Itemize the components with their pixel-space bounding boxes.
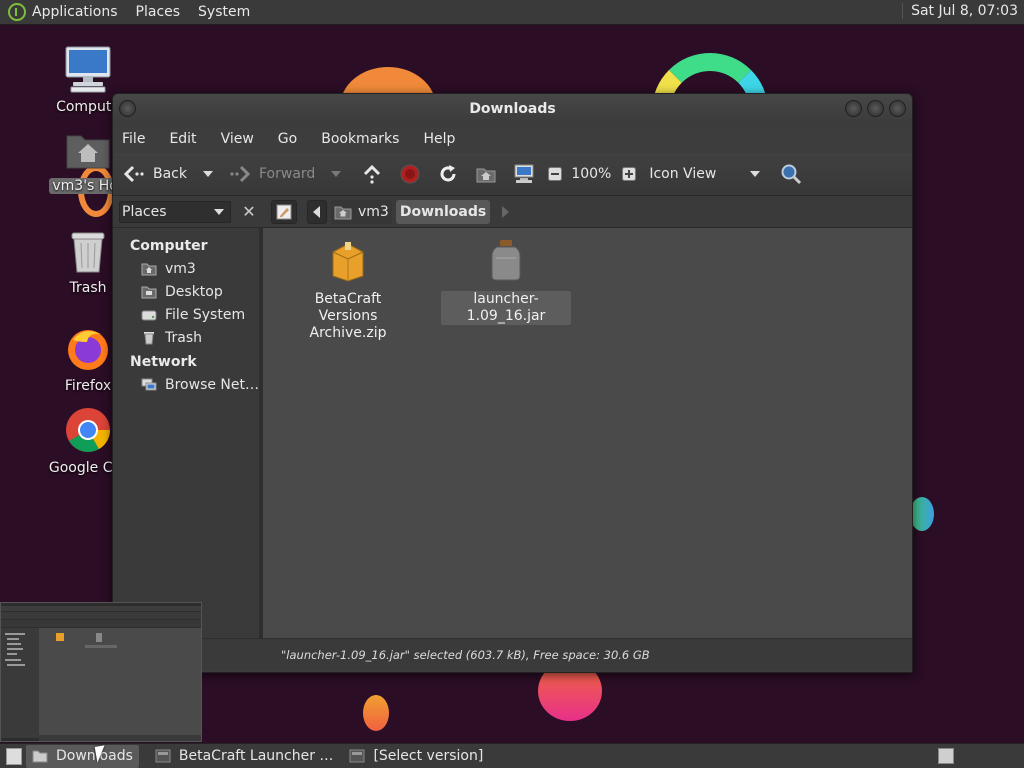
drive-icon <box>141 308 157 322</box>
folder-icon <box>32 749 48 763</box>
view-mode-label: Icon View <box>649 166 717 182</box>
trash-icon <box>71 232 105 273</box>
chevron-down-icon <box>214 208 224 215</box>
file-manager-window: Downloads File Edit View Go Bookmarks He… <box>112 93 913 673</box>
menu-view[interactable]: View <box>221 131 254 147</box>
top-panel: Applications Places System Sat Jul 8, 07… <box>0 0 1024 25</box>
stop-icon[interactable] <box>399 163 421 185</box>
back-label: Back <box>153 166 187 182</box>
forward-label: Forward <box>259 166 316 182</box>
forward-button[interactable]: Forward <box>229 163 342 185</box>
location-bar: Places ✕ vm3 Downloads <box>113 196 912 228</box>
back-button[interactable]: Back <box>123 163 213 185</box>
search-icon[interactable] <box>780 163 802 185</box>
taskbar-item-betacraft-launcher[interactable]: BetaCraft Launcher … <box>149 745 340 768</box>
file-name: launcher-1.09_16.jar <box>441 291 571 325</box>
main-area: Computer vm3 Desktop File System Trash N… <box>113 228 912 638</box>
clock[interactable]: Sat Jul 8, 07:03 <box>902 3 1018 19</box>
edit-location-icon <box>276 204 292 219</box>
window-menu-button[interactable] <box>119 100 136 117</box>
sidebar-section-computer: Computer <box>130 238 208 254</box>
places-sidebar: Computer vm3 Desktop File System Trash N… <box>113 228 263 638</box>
status-bar: "launcher-1.09_16.jar" selected (603.7 k… <box>113 638 912 670</box>
window-preview-image <box>1 603 201 741</box>
zoom-out-icon[interactable] <box>547 163 563 185</box>
desktop-icon-label: Trash <box>69 280 107 296</box>
sidebar-item-browse-network[interactable]: Browse Net… <box>113 374 259 397</box>
sidebar-item-file-system[interactable]: File System <box>113 304 259 327</box>
sidebar-item-vm3[interactable]: vm3 <box>113 258 259 281</box>
wallpaper-small-blob <box>363 695 389 731</box>
network-icon <box>141 378 157 392</box>
file-name: BetaCraft Versions Archive.zip <box>309 291 387 341</box>
zoom-in-icon[interactable] <box>621 163 637 185</box>
desktop-icon-label: Firefox <box>64 378 112 394</box>
file-item-selected[interactable]: launcher-1.09_16.jar <box>441 238 571 325</box>
taskbar-item-select-version[interactable]: [Select version] <box>343 745 489 768</box>
home-icon <box>141 262 157 276</box>
menubar: File Edit View Go Bookmarks Help <box>113 125 912 153</box>
menu-system[interactable]: System <box>198 4 250 20</box>
maximize-button[interactable] <box>867 100 884 117</box>
menu-file[interactable]: File <box>122 131 145 147</box>
menu-edit[interactable]: Edit <box>169 131 196 147</box>
menu-bookmarks[interactable]: Bookmarks <box>321 131 399 147</box>
show-desktop-icon[interactable] <box>6 747 22 765</box>
chevron-right-icon[interactable] <box>500 205 510 218</box>
home-icon[interactable] <box>475 163 497 185</box>
sidebar-section-network: Network <box>130 354 197 370</box>
back-history-dropdown-icon[interactable] <box>203 171 213 177</box>
java-app-icon <box>349 749 365 763</box>
reload-icon[interactable] <box>437 163 459 185</box>
sidebar-item-desktop[interactable]: Desktop <box>113 281 259 304</box>
workspace-switcher[interactable] <box>938 748 954 764</box>
distro-logo-icon[interactable] <box>8 3 26 21</box>
bottom-panel: Downloads BetaCraft Launcher … [Select v… <box>0 743 1024 768</box>
java-app-icon <box>155 749 171 763</box>
breadcrumb: vm3 Downloads <box>263 196 912 227</box>
back-arrow-icon <box>123 163 145 185</box>
trash-icon <box>141 331 157 345</box>
window-preview-thumbnail[interactable] <box>0 602 202 742</box>
up-arrow-icon[interactable] <box>361 163 383 185</box>
sidebar-header: Places ✕ <box>113 196 263 227</box>
chrome-icon <box>66 408 110 452</box>
breadcrumb-scroll-left[interactable] <box>307 199 327 224</box>
view-mode-dropdown-icon <box>750 171 761 177</box>
menu-go[interactable]: Go <box>278 131 297 147</box>
zip-archive-icon <box>332 242 364 282</box>
home-folder-icon <box>66 135 110 169</box>
wallpaper-teal-blob <box>910 497 934 531</box>
breadcrumb-item-downloads[interactable]: Downloads <box>395 199 491 224</box>
firefox-icon <box>68 330 108 370</box>
chevron-left-icon <box>313 205 320 218</box>
minimize-button[interactable] <box>845 100 862 117</box>
menu-help[interactable]: Help <box>423 131 455 147</box>
computer-icon[interactable] <box>513 163 535 185</box>
sidebar-mode-select[interactable]: Places <box>119 200 231 223</box>
file-item[interactable]: BetaCraft Versions Archive.zip <box>283 238 413 342</box>
sidebar-item-trash[interactable]: Trash <box>113 327 259 350</box>
sidebar-mode-label: Places <box>122 203 167 220</box>
menu-applications[interactable]: Applications <box>32 4 118 20</box>
forward-arrow-icon <box>229 163 251 185</box>
jar-file-icon <box>491 240 521 281</box>
window-title: Downloads <box>469 101 556 117</box>
view-mode-select[interactable]: Icon View <box>649 166 761 182</box>
breadcrumb-item-vm3[interactable]: vm3 <box>331 199 392 224</box>
window-titlebar[interactable]: Downloads <box>113 94 912 125</box>
home-icon <box>334 206 352 219</box>
toggle-location-entry-button[interactable] <box>271 199 297 224</box>
toolbar: Back Forward 100% Icon View <box>113 153 912 196</box>
file-view[interactable]: BetaCraft Versions Archive.zip launcher-… <box>263 228 912 638</box>
close-sidebar-icon[interactable]: ✕ <box>239 202 259 222</box>
close-button[interactable] <box>889 100 906 117</box>
forward-history-dropdown-icon[interactable] <box>331 171 342 177</box>
desktop-icon <box>141 285 157 299</box>
menu-places[interactable]: Places <box>136 4 181 20</box>
zoom-level[interactable]: 100% <box>571 166 611 182</box>
taskbar-item-downloads[interactable]: Downloads <box>26 744 139 768</box>
computer-icon <box>65 46 111 93</box>
